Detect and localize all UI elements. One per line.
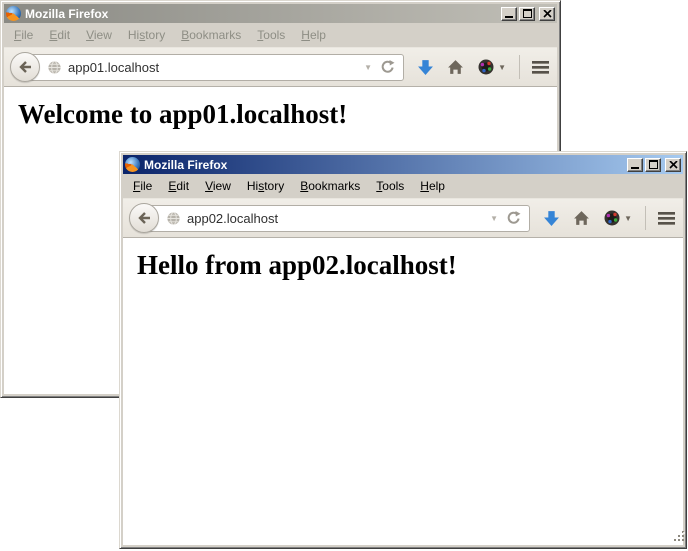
download-arrow-icon [543, 210, 560, 227]
menu-view[interactable]: View [78, 25, 120, 45]
close-icon [669, 161, 678, 169]
navigation-toolbar: app01.localhost ▼ ▼ [4, 47, 557, 87]
globe-icon [47, 60, 62, 75]
maximize-button[interactable] [519, 7, 535, 21]
navigation-toolbar: app02.localhost ▼ ▼ [123, 198, 683, 238]
menu-label-post: dit [176, 179, 189, 193]
menu-label-post: tory [145, 28, 165, 42]
chevron-down-icon: ▼ [498, 63, 506, 72]
minimize-button[interactable] [501, 7, 517, 21]
page-heading: Welcome to app01.localhost! [18, 99, 557, 130]
lens-menu-button[interactable]: ▼ [477, 58, 506, 76]
app-menu-button[interactable] [532, 61, 549, 74]
menu-file[interactable]: File [6, 25, 41, 45]
toolbar-separator [645, 206, 646, 230]
close-button[interactable] [665, 158, 681, 172]
reload-icon[interactable] [506, 210, 522, 226]
lens-icon [603, 209, 621, 227]
back-button[interactable] [129, 203, 159, 233]
titlebar[interactable]: Mozilla Firefox [4, 4, 557, 23]
home-icon [447, 59, 464, 76]
menu-label-post: ile [21, 28, 33, 42]
minimize-icon [631, 167, 639, 169]
globe-icon [166, 211, 181, 226]
home-button[interactable] [447, 59, 464, 76]
downloads-button[interactable] [417, 59, 434, 76]
hamburger-icon [658, 212, 675, 215]
window-controls [627, 158, 681, 172]
menu-edit[interactable]: Edit [41, 25, 78, 45]
menu-bar: File Edit View History Bookmarks Tools H… [123, 174, 683, 198]
titlebar[interactable]: Mozilla Firefox [123, 155, 683, 174]
menu-label-post: ools [382, 179, 404, 193]
menu-view[interactable]: View [197, 176, 239, 196]
url-text: app02.localhost [187, 211, 482, 226]
menu-bookmarks[interactable]: Bookmarks [173, 25, 249, 45]
browser-window-app02: Mozilla Firefox File Edit View History B… [119, 151, 687, 549]
close-button[interactable] [539, 7, 555, 21]
page-heading: Hello from app02.localhost! [137, 250, 683, 281]
menu-label-post: ookmarks [308, 179, 360, 193]
window-title: Mozilla Firefox [140, 158, 627, 172]
lens-icon [477, 58, 495, 76]
firefox-logo-icon [125, 157, 140, 172]
urlbar-dropdown-icon[interactable]: ▼ [488, 212, 500, 225]
home-button[interactable] [573, 210, 590, 227]
menu-label-post: ookmarks [189, 28, 241, 42]
toolbar-separator [519, 55, 520, 79]
downloads-button[interactable] [543, 210, 560, 227]
menu-edit[interactable]: Edit [160, 176, 197, 196]
app-menu-button[interactable] [658, 212, 675, 225]
resize-grip-icon [672, 529, 685, 542]
resize-grip[interactable] [672, 529, 685, 547]
menu-label-pre: Hi [247, 179, 258, 193]
home-icon [573, 210, 590, 227]
url-bar[interactable]: app01.localhost ▼ [24, 54, 404, 81]
firefox-logo-icon [6, 6, 21, 21]
menu-label-accel: V [86, 28, 94, 42]
menu-label-post: ools [263, 28, 285, 42]
url-text: app01.localhost [68, 60, 356, 75]
menu-bookmarks[interactable]: Bookmarks [292, 176, 368, 196]
menu-label-post: iew [94, 28, 112, 42]
back-button[interactable] [10, 52, 40, 82]
back-arrow-icon [17, 59, 33, 75]
menu-label-accel: H [420, 179, 429, 193]
menu-label-post: tory [264, 179, 284, 193]
menu-label-post: elp [429, 179, 445, 193]
window-title: Mozilla Firefox [21, 7, 501, 21]
window-controls [501, 7, 555, 21]
minimize-icon [505, 16, 513, 18]
menu-help[interactable]: Help [293, 25, 334, 45]
menu-label-post: iew [213, 179, 231, 193]
lens-menu-button[interactable]: ▼ [603, 209, 632, 227]
menu-tools[interactable]: Tools [249, 25, 293, 45]
menu-tools[interactable]: Tools [368, 176, 412, 196]
menu-history[interactable]: History [120, 25, 173, 45]
maximize-button[interactable] [645, 158, 661, 172]
hamburger-icon [532, 61, 549, 64]
close-icon [543, 10, 552, 18]
menu-label-post: dit [57, 28, 70, 42]
menu-bar: File Edit View History Bookmarks Tools H… [4, 23, 557, 47]
reload-icon[interactable] [380, 59, 396, 75]
url-bar[interactable]: app02.localhost ▼ [143, 205, 530, 232]
menu-label-post: elp [310, 28, 326, 42]
menu-label-accel: H [301, 28, 310, 42]
urlbar-dropdown-icon[interactable]: ▼ [362, 61, 374, 74]
back-arrow-icon [136, 210, 152, 226]
maximize-icon [523, 9, 532, 18]
chevron-down-icon: ▼ [624, 214, 632, 223]
menu-history[interactable]: History [239, 176, 292, 196]
page-content: Hello from app02.localhost! [123, 238, 683, 545]
menu-label-pre: Hi [128, 28, 139, 42]
download-arrow-icon [417, 59, 434, 76]
menu-label-post: ile [140, 179, 152, 193]
menu-label-accel: V [205, 179, 213, 193]
menu-help[interactable]: Help [412, 176, 453, 196]
menu-file[interactable]: File [125, 176, 160, 196]
minimize-button[interactable] [627, 158, 643, 172]
maximize-icon [649, 160, 658, 169]
